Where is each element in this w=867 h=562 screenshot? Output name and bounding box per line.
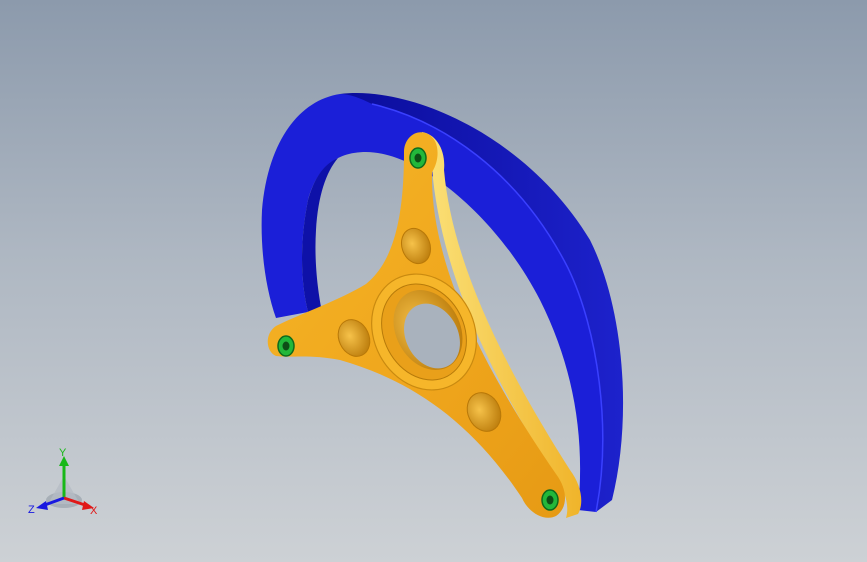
z-axis-label: Z <box>28 504 35 516</box>
fastener-left[interactable] <box>277 335 295 357</box>
fastener-bottom[interactable] <box>541 489 559 511</box>
fastener-top[interactable] <box>409 147 427 169</box>
z-axis-arrow <box>36 501 48 510</box>
y-axis-label: Y <box>59 447 67 459</box>
reference-triad[interactable]: Y Z X <box>24 448 108 524</box>
model-view[interactable] <box>0 0 867 562</box>
x-axis-label: X <box>90 505 98 517</box>
graphics-viewport[interactable]: Y Z X <box>0 0 867 562</box>
